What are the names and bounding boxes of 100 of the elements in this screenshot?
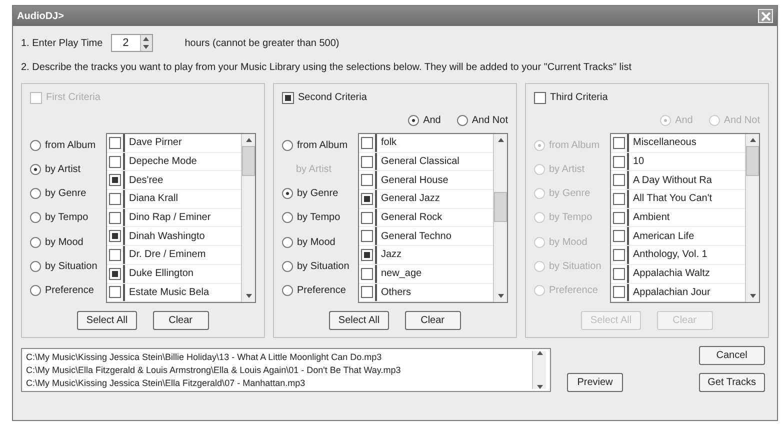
- track-path[interactable]: C:\My Music\Ella Fitzgerald & Louis Armstrong\Ella & Louis Again\01 - Don't Be That Way.mp3: [26, 364, 532, 377]
- criteria-checkbox[interactable]: [534, 92, 546, 104]
- item-label[interactable]: folk: [377, 135, 397, 150]
- item-label[interactable]: General Jazz: [377, 191, 440, 206]
- scrollbar[interactable]: [745, 134, 759, 302]
- item-checkbox[interactable]: [613, 174, 625, 186]
- item-label[interactable]: 10: [629, 154, 644, 170]
- clear-button[interactable]: Clear: [404, 311, 461, 330]
- item-checkbox[interactable]: [361, 286, 373, 298]
- item-label[interactable]: Others: [377, 284, 412, 300]
- radio-button[interactable]: [282, 212, 293, 224]
- item-label[interactable]: General Classical: [377, 154, 460, 170]
- scrollbar[interactable]: [241, 134, 255, 302]
- item-label[interactable]: A Day Without Ra: [629, 172, 712, 188]
- option-label: by Mood: [297, 236, 336, 250]
- play-time-label: 1. Enter Play Time: [21, 36, 103, 50]
- item-label[interactable]: General Techno: [377, 228, 452, 244]
- option-label: Preference: [297, 284, 346, 298]
- up-arrow-icon[interactable]: [143, 37, 150, 41]
- item-checkbox[interactable]: [361, 268, 373, 280]
- option-label: from Album: [45, 138, 96, 153]
- item-checkbox[interactable]: [361, 212, 373, 224]
- radio-button[interactable]: [534, 261, 545, 272]
- track-path[interactable]: C:\My Music\Kissing Jessica Stein\Ella Fitzgerald\07 - Manhattan.mp3: [26, 377, 532, 390]
- radio-button[interactable]: [534, 236, 545, 248]
- option-label: by Genre: [45, 187, 86, 202]
- cancel-button[interactable]: Cancel: [698, 346, 765, 365]
- radio-button[interactable]: [282, 236, 293, 248]
- item-label[interactable]: Appalachian Jour: [629, 284, 710, 300]
- item-checkbox[interactable]: [613, 230, 625, 242]
- play-time-spinner[interactable]: 2: [110, 34, 153, 52]
- radio-button[interactable]: [282, 261, 293, 272]
- criteria-checkbox[interactable]: [282, 92, 294, 104]
- radio-button[interactable]: [660, 114, 672, 126]
- item-checkbox[interactable]: [361, 192, 373, 205]
- item-checkbox[interactable]: [361, 248, 373, 261]
- item-checkbox[interactable]: [613, 156, 625, 168]
- option-label: by Situation: [45, 260, 98, 274]
- join-label: And: [675, 114, 693, 128]
- radio-button[interactable]: [534, 140, 545, 151]
- option-label: by Genre: [297, 187, 338, 202]
- scrollbar[interactable]: [493, 134, 507, 302]
- item-checkbox[interactable]: [613, 136, 625, 149]
- item-checkbox[interactable]: [613, 286, 625, 298]
- criteria-label: First Criteria: [46, 91, 100, 105]
- get-tracks-button[interactable]: Get Tracks: [698, 373, 765, 392]
- item-checkbox[interactable]: [361, 136, 373, 149]
- preview-button[interactable]: Preview: [567, 373, 623, 392]
- radio-button[interactable]: [534, 285, 545, 296]
- instructions-text: 2. Describe the tracks you want to play from your Music Library using the selections below. They will be added to your "Current Tracks" list: [21, 61, 633, 75]
- join-label: And: [423, 114, 441, 128]
- radio-button[interactable]: [456, 114, 468, 126]
- radio-button[interactable]: [534, 212, 545, 224]
- item-label[interactable]: Anthology, Vol. 1: [629, 247, 708, 262]
- item-checkbox[interactable]: [361, 174, 373, 186]
- radio-button[interactable]: [282, 285, 293, 296]
- option-label: by Mood: [45, 236, 84, 250]
- item-label[interactable]: General House: [377, 172, 448, 188]
- scrollbar[interactable]: [532, 351, 546, 389]
- item-checkbox[interactable]: [613, 268, 625, 280]
- radio-button[interactable]: [282, 140, 293, 151]
- track-path[interactable]: C:\My Music\Kissing Jessica Stein\Billie Holiday\13 - What A Little Moonlight Can Do.mp3: [26, 351, 532, 364]
- tracks-list[interactable]: [21, 348, 551, 392]
- select-all-button[interactable]: Select All: [329, 311, 389, 330]
- item-checkbox[interactable]: [613, 248, 625, 261]
- item-label[interactable]: Appalachia Waltz: [629, 266, 710, 282]
- option-label: Preference: [549, 284, 598, 298]
- join-label: And Not: [472, 114, 508, 128]
- option-label: by Tempo: [297, 211, 340, 226]
- option-label: by Artist: [549, 162, 585, 177]
- option-label: by Artist: [45, 162, 81, 177]
- option-label: by Genre: [549, 187, 590, 202]
- item-checkbox[interactable]: [613, 192, 625, 205]
- item-checkbox[interactable]: [361, 230, 373, 242]
- item-label[interactable]: General Rock: [377, 210, 442, 226]
- item-label[interactable]: All That You Can't: [629, 191, 712, 206]
- item-label[interactable]: Miscellaneous: [629, 135, 696, 150]
- item-label[interactable]: new_age: [377, 266, 422, 282]
- item-checkbox[interactable]: [361, 156, 373, 168]
- close-icon[interactable]: [758, 9, 773, 23]
- criteria-label: Second Criteria: [298, 91, 367, 105]
- option-label: by Situation: [297, 260, 350, 274]
- radio-button[interactable]: [534, 188, 545, 200]
- item-checkbox[interactable]: [613, 212, 625, 224]
- item-label[interactable]: Ambient: [629, 210, 670, 226]
- item-list[interactable]: folk General Classical General House General Jazz General Rock General Techno Jazz new_age Others: [358, 133, 508, 303]
- radio-button[interactable]: [534, 164, 545, 175]
- option-label: by Tempo: [549, 211, 592, 226]
- item-label[interactable]: American Life: [629, 228, 694, 244]
- radio-button[interactable]: [708, 114, 720, 126]
- radio-button[interactable]: [408, 114, 420, 126]
- item-label[interactable]: Jazz: [377, 247, 402, 262]
- down-arrow-icon[interactable]: [143, 45, 150, 49]
- window-title: AudioDJ>: [17, 10, 64, 24]
- radio-button[interactable]: [282, 188, 293, 200]
- option-label: from Album: [549, 138, 600, 153]
- option-label: by Mood: [549, 236, 588, 250]
- option-label: from Album: [297, 138, 348, 153]
- option-label: by Artist: [296, 162, 332, 177]
- item-list[interactable]: Miscellaneous 10 A Day Without Ra All That You Can't Ambient American Life Anthology, Vol. 1 Appalachia Waltz Appalachian Jour: [610, 133, 760, 303]
